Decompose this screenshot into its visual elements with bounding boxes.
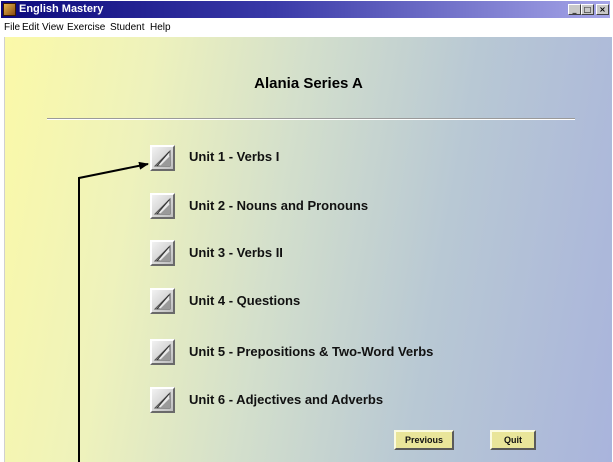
application-window: English Mastery _ □ × File Edit View Exe… xyxy=(0,0,613,462)
callout-arrow xyxy=(78,161,149,462)
